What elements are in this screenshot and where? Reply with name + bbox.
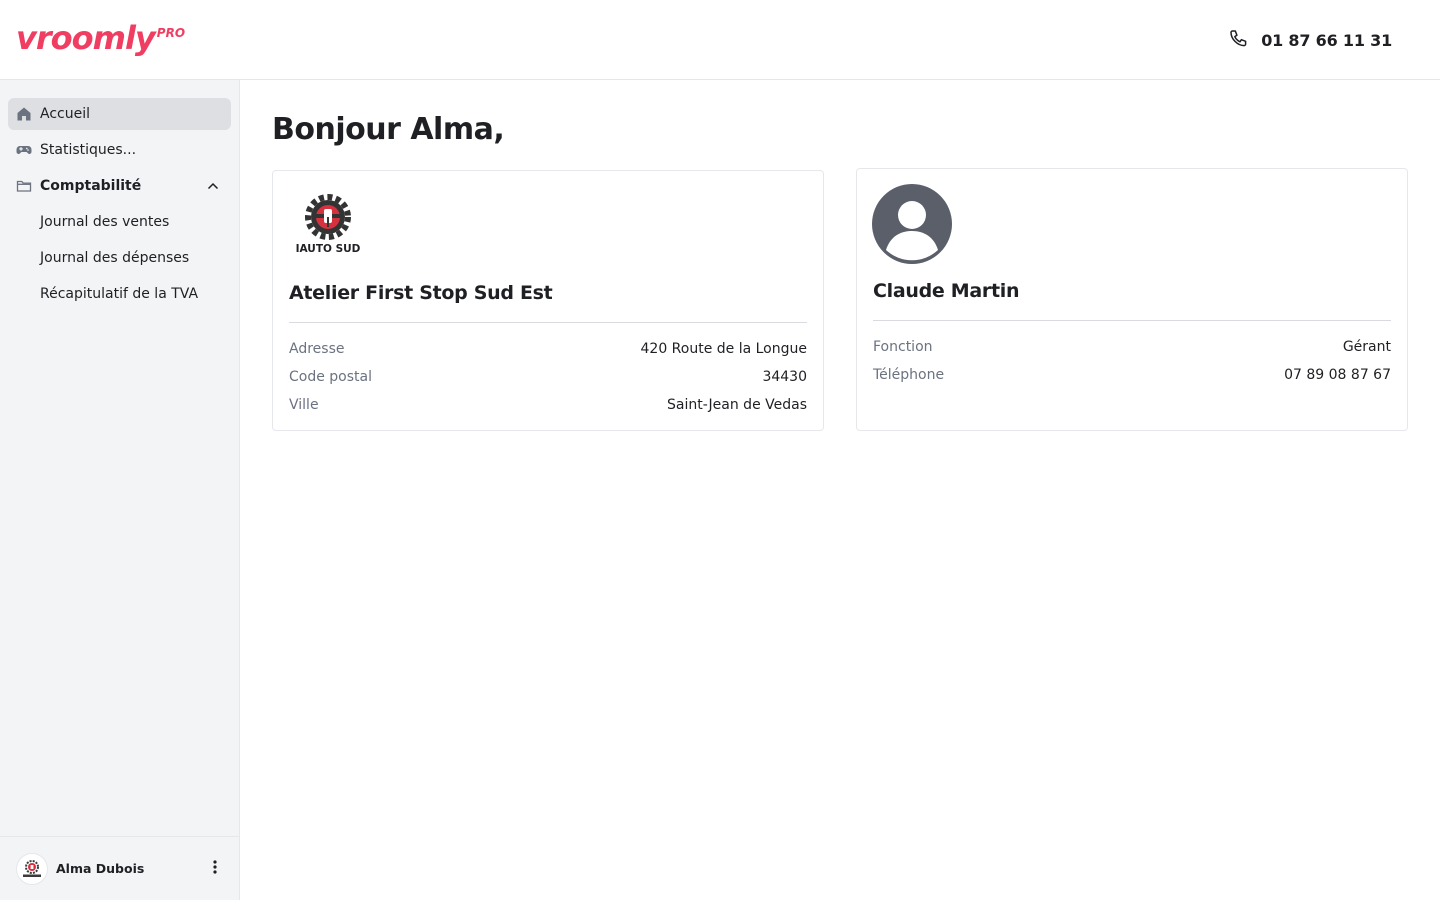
row-value: 07 89 08 87 67 bbox=[1284, 367, 1391, 383]
divider bbox=[289, 322, 807, 323]
logo-wordmark: vroomly bbox=[16, 19, 156, 57]
gamepad-icon bbox=[16, 142, 32, 158]
phone-icon bbox=[1227, 28, 1251, 52]
user-name: Alma Dubois bbox=[56, 861, 145, 876]
sidebar-item-accueil[interactable]: Accueil bbox=[8, 98, 231, 130]
company-logo-text: IAUTO SUD bbox=[296, 243, 361, 255]
contact-row-fonction: Fonction Gérant bbox=[873, 337, 1391, 357]
row-label: Fonction bbox=[873, 339, 933, 355]
support-phone[interactable]: 01 87 66 11 31 bbox=[1227, 28, 1392, 52]
sidebar-item-label: Journal des ventes bbox=[40, 214, 170, 230]
page-title: Bonjour Alma, bbox=[272, 112, 505, 147]
contact-name: Claude Martin bbox=[873, 280, 1020, 302]
row-label: Code postal bbox=[289, 369, 372, 385]
sidebar-item-statistiques[interactable]: Statistiques... bbox=[8, 134, 231, 166]
row-label: Ville bbox=[289, 397, 319, 413]
sidebar-item-label: Journal des dépenses bbox=[40, 250, 190, 266]
company-logo: IAUTO SUD bbox=[289, 193, 367, 255]
sidebar-item-label: Récapitulatif de la TVA bbox=[40, 286, 199, 302]
avatar bbox=[16, 852, 48, 885]
vroomly-logo[interactable]: vroomly PRO bbox=[16, 20, 185, 60]
logo-pro-badge: PRO bbox=[156, 26, 186, 40]
contact-card: Claude Martin Fonction Gérant Téléphone … bbox=[856, 168, 1408, 431]
main-content: Bonjour Alma, IAUTO SUD Atelier First St… bbox=[240, 80, 1440, 900]
sidebar-item-label: Statistiques... bbox=[40, 142, 137, 158]
sidebar-item-label: Comptabilité bbox=[40, 178, 142, 194]
user-avatar-icon bbox=[872, 184, 952, 264]
sidebar-item-label: Accueil bbox=[40, 106, 90, 122]
user-menu[interactable]: Alma Dubois bbox=[0, 836, 239, 900]
sidebar-item-comptabilite[interactable]: Comptabilité bbox=[8, 170, 231, 202]
row-value: 420 Route de la Longue bbox=[640, 341, 808, 357]
row-label: Adresse bbox=[289, 341, 345, 357]
company-name: Atelier First Stop Sud Est bbox=[289, 282, 553, 304]
folder-icon bbox=[16, 178, 32, 194]
home-icon bbox=[16, 106, 32, 122]
row-value: 34430 bbox=[762, 369, 807, 385]
phone-number: 01 87 66 11 31 bbox=[1261, 30, 1392, 50]
row-value: Saint-Jean de Vedas bbox=[666, 397, 807, 413]
chevron-up-icon[interactable] bbox=[205, 178, 221, 194]
top-header: vroomly PRO 01 87 66 11 31 bbox=[0, 0, 1440, 80]
company-row-code-postal: Code postal 34430 bbox=[289, 367, 807, 387]
company-row-ville: Ville Saint-Jean de Vedas bbox=[289, 395, 807, 415]
sidebar-item-journal-depenses[interactable]: Journal des dépenses bbox=[8, 242, 231, 274]
row-value: Gérant bbox=[1342, 339, 1391, 355]
sidebar-item-recap-tva[interactable]: Récapitulatif de la TVA bbox=[8, 278, 231, 310]
row-label: Téléphone bbox=[873, 367, 945, 383]
sidebar-nav: Accueil Statistiques... Comptabilité Jou… bbox=[0, 80, 239, 310]
more-vertical-icon[interactable] bbox=[205, 859, 225, 879]
sidebar: Accueil Statistiques... Comptabilité Jou… bbox=[0, 80, 240, 900]
company-card: IAUTO SUD Atelier First Stop Sud Est Adr… bbox=[272, 170, 824, 431]
sidebar-item-journal-ventes[interactable]: Journal des ventes bbox=[8, 206, 231, 238]
company-row-adresse: Adresse 420 Route de la Longue bbox=[289, 339, 807, 359]
divider bbox=[873, 320, 1391, 321]
contact-row-telephone: Téléphone 07 89 08 87 67 bbox=[873, 365, 1391, 385]
